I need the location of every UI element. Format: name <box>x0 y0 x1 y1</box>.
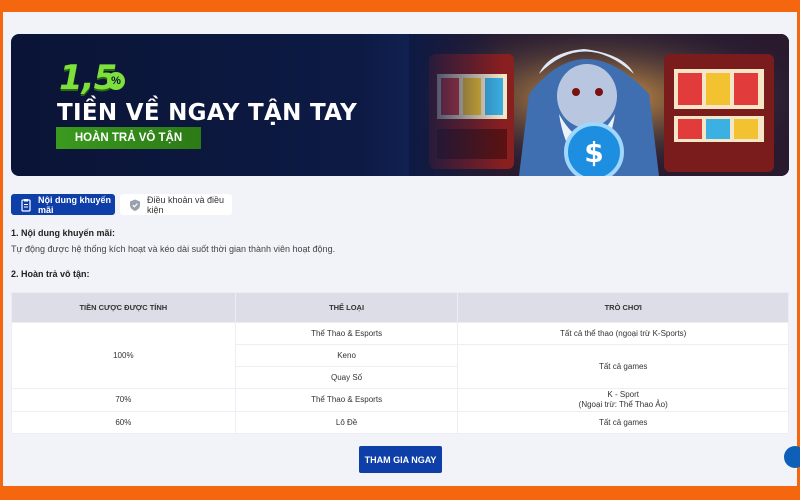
table-header-row: TIỀN CƯỢC ĐƯỢC TÍNH THỂ LOẠI TRÒ CHƠI <box>11 292 789 323</box>
rate-cell: 100% <box>11 322 236 389</box>
tab-label: Nội dung khuyến mãi <box>38 194 111 215</box>
rate-cell: 60% <box>11 411 236 434</box>
section1-title: 1. Nội dung khuyến mãi: <box>11 228 116 238</box>
category-cell: Keno <box>234 344 459 367</box>
tab-label: Điều khoản và điều kiện <box>147 194 225 215</box>
tab-promotion-content[interactable]: Nội dung khuyến mãi <box>11 194 115 215</box>
join-now-button[interactable]: THAM GIA NGAY <box>359 446 442 473</box>
rebate-table: TIỀN CƯỢC ĐƯỢC TÍNH THỂ LOẠI TRÒ CHƠI 10… <box>11 292 789 434</box>
category-cell: Thể Thao & Esports <box>234 388 459 412</box>
promo-banner: 1,5 % TIỀN VỀ NGAY TẬN TAY HOÀN TRẢ VÔ T… <box>11 34 789 176</box>
category-cell: Lô Đề <box>234 411 459 434</box>
section2-title: 2. Hoàn trả vô tận: <box>11 269 90 279</box>
column-header: TIỀN CƯỢC ĐƯỢC TÍNH <box>11 292 236 323</box>
game-cell: Tất cả games <box>457 344 789 389</box>
section1-text: Tự động được hệ thống kích hoạt và kéo d… <box>11 244 336 254</box>
banner-headline: TIỀN VỀ NGAY TẬN TAY <box>57 100 358 126</box>
promotion-page: 1,5 % TIỀN VỀ NGAY TẬN TAY HOÀN TRẢ VÔ T… <box>3 12 797 486</box>
slot-machine-illustration: $ <box>409 34 789 176</box>
banner-badge: HOÀN TRẢ VÔ TẬN <box>56 127 201 149</box>
chat-icon[interactable] <box>784 446 800 468</box>
table-row: 60% Lô Đề Tất cả games <box>11 411 789 434</box>
rate-cell: 70% <box>11 388 236 412</box>
banner-percent-sign: % <box>107 72 125 90</box>
game-cell: Tất cả thể thao (ngoại trừ K-Sports) <box>457 322 789 345</box>
game-cell: K - Sport (Ngoại trừ: Thể Thao Ảo) <box>457 388 789 412</box>
category-cell: Quay Số <box>234 366 459 389</box>
game-cell: Tất cả games <box>457 411 789 434</box>
clipboard-icon <box>19 198 33 212</box>
table-row: 100% Thể Thao & Esports Tất cả thể thao … <box>11 322 789 389</box>
column-header: THỂ LOẠI <box>234 292 459 323</box>
shield-icon <box>128 198 142 212</box>
column-header: TRÒ CHƠI <box>457 292 789 323</box>
tab-terms-conditions[interactable]: Điều khoản và điều kiện <box>120 194 232 215</box>
game-line: (Ngoại trừ: Thể Thao Ảo) <box>578 400 668 409</box>
game-line: K - Sport <box>607 390 639 399</box>
table-row: 70% Thể Thao & Esports K - Sport (Ngoại … <box>11 388 789 412</box>
category-cell: Thể Thao & Esports <box>234 322 459 345</box>
